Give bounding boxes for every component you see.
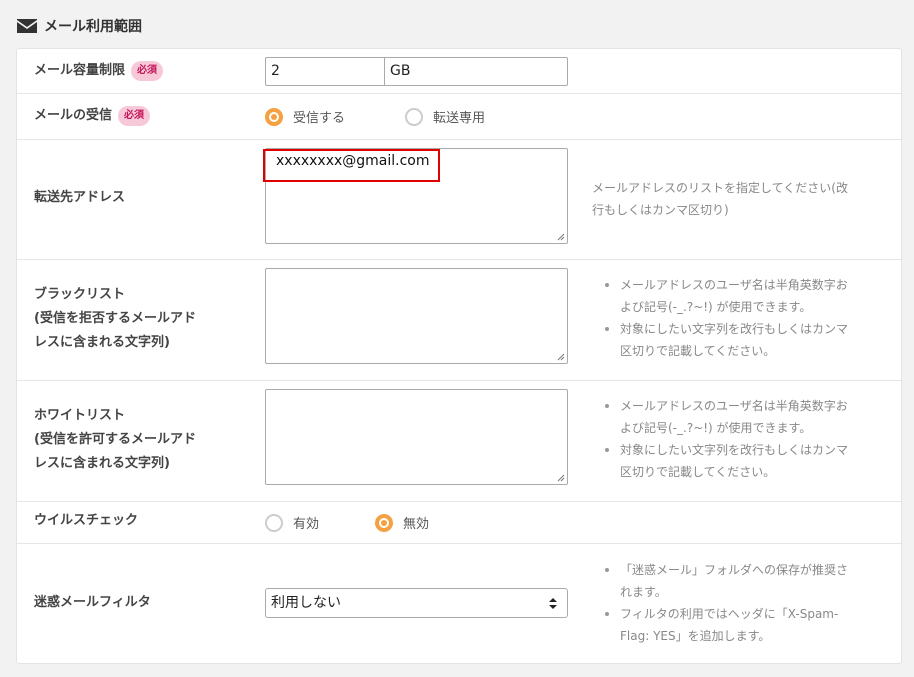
spam-label: 迷惑メールフィルタ xyxy=(34,595,151,610)
receive-option-forward-only[interactable]: 転送専用 xyxy=(405,107,485,126)
resize-handle-icon[interactable] xyxy=(557,353,565,361)
resize-handle-icon[interactable] xyxy=(557,474,565,482)
settings-panel: メール容量制限 必須 2 GB メールの受信 必須 受信する 転送専用 転送先ア… xyxy=(16,48,902,664)
blacklist-help: メールアドレスのユーザ名は半角英数字お よび記号(-_.?~!) が使用できます。… xyxy=(600,274,848,362)
whitelist-textarea[interactable] xyxy=(265,389,568,485)
help-item: メールアドレスのユーザ名は半角英数字お よび記号(-_.?~!) が使用できます。 xyxy=(600,274,848,318)
radio-unselected-icon[interactable] xyxy=(405,107,423,126)
required-badge: 必須 xyxy=(118,106,151,126)
highlight-box xyxy=(263,149,440,182)
help-item: 対象にしたい文字列を改行もしくはカンマ 区切りで記載してください。 xyxy=(600,318,848,362)
whitelist-label: ホワイトリスト (受信を許可するメールアド レスに含まれる文字列) xyxy=(34,408,196,471)
forward-row: 転送先アドレス xxxxxxxx@gmail.com メールアドレスのリストを指… xyxy=(17,139,901,260)
section-header: メール利用範囲 xyxy=(16,14,142,38)
spam-row: 迷惑メールフィルタ 利用しない 「迷惑メール」フォルダへの保存が推奨さ れます。 … xyxy=(17,543,901,663)
help-item: フィルタの利用ではヘッダに「X-Spam- Flag: YES」を追加します。 xyxy=(600,603,848,647)
virus-label: ウイルスチェック xyxy=(34,513,139,528)
radio-selected-icon[interactable] xyxy=(375,513,393,532)
updown-arrows-icon xyxy=(549,598,557,609)
radio-selected-icon[interactable] xyxy=(265,107,283,126)
quota-unit: GB xyxy=(384,57,568,86)
blacklist-textarea[interactable] xyxy=(265,268,568,364)
help-item: 「迷惑メール」フォルダへの保存が推奨さ れます。 xyxy=(600,559,848,603)
blacklist-row: ブラックリスト (受信を拒否するメールアド レスに含まれる文字列) メールアドレ… xyxy=(17,259,901,381)
envelope-icon xyxy=(17,19,37,33)
spam-help: 「迷惑メール」フォルダへの保存が推奨さ れます。 フィルタの利用ではヘッダに「X-… xyxy=(600,559,848,647)
virus-row: ウイルスチェック 有効 無効 xyxy=(17,501,901,544)
resize-handle-icon[interactable] xyxy=(557,233,565,241)
forward-help: メールアドレスのリストを指定してください(改 行もしくはカンマ区切り) xyxy=(592,181,848,217)
forward-label: 転送先アドレス xyxy=(34,190,126,205)
virus-option-enabled[interactable]: 有効 xyxy=(265,513,319,532)
receive-label: メールの受信 必須 xyxy=(34,104,151,128)
quota-label: メール容量制限 必須 xyxy=(34,59,164,83)
spam-select[interactable]: 利用しない xyxy=(265,588,568,618)
quota-row: メール容量制限 必須 2 GB xyxy=(17,49,901,94)
whitelist-help: メールアドレスのユーザ名は半角英数字お よび記号(-_.?~!) が使用できます。… xyxy=(600,395,848,483)
receive-option-accept[interactable]: 受信する xyxy=(265,107,345,126)
radio-unselected-icon[interactable] xyxy=(265,513,283,532)
help-item: 対象にしたい文字列を改行もしくはカンマ 区切りで記載してください。 xyxy=(600,439,848,483)
section-title: メール利用範囲 xyxy=(44,19,142,35)
receive-row: メールの受信 必須 受信する 転送専用 xyxy=(17,93,901,140)
required-badge: 必須 xyxy=(131,61,164,81)
whitelist-row: ホワイトリスト (受信を許可するメールアド レスに含まれる文字列) メールアドレ… xyxy=(17,380,901,502)
quota-input[interactable]: 2 xyxy=(265,57,385,86)
virus-option-disabled[interactable]: 無効 xyxy=(375,513,429,532)
blacklist-label: ブラックリスト (受信を拒否するメールアド レスに含まれる文字列) xyxy=(34,287,196,350)
help-item: メールアドレスのユーザ名は半角英数字お よび記号(-_.?~!) が使用できます。 xyxy=(600,395,848,439)
